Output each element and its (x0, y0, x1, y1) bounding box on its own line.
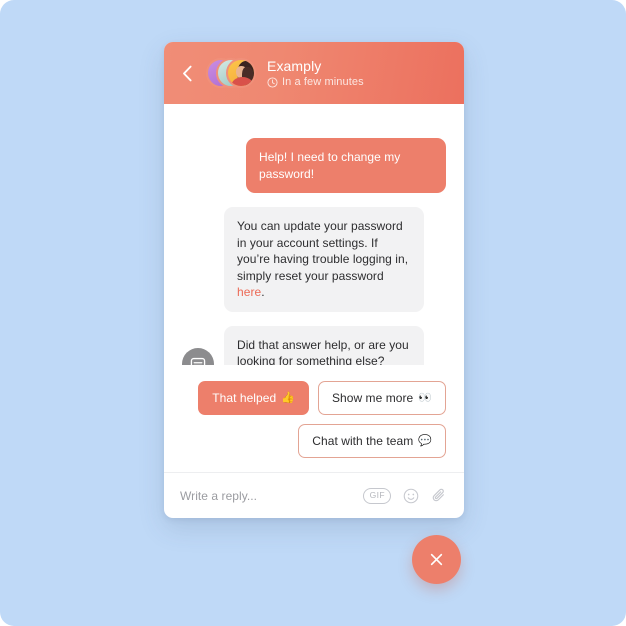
chat-title: Examply (267, 57, 322, 74)
message-list: Help! I need to change my password! You … (164, 104, 464, 365)
avatar-stack (206, 56, 258, 90)
chat-subtitle: In a few minutes (282, 75, 364, 88)
composer-actions: GIF (362, 487, 448, 504)
clock-icon (267, 76, 278, 88)
reply-input[interactable] (180, 488, 363, 503)
quick-reply-label: Chat with the team (312, 434, 414, 448)
chevron-left-icon (182, 65, 192, 81)
message-bubble-followup: Did that answer help, or are you looking… (224, 325, 424, 365)
paperclip-icon (432, 488, 444, 502)
gif-button[interactable]: GIF (362, 487, 391, 504)
message-row-incoming-answer: You can update your password in your acc… (182, 207, 446, 312)
bot-avatar (182, 347, 214, 365)
avatar-teammate-3 (226, 58, 256, 88)
answer-text-after-link: . (261, 285, 265, 299)
quick-reply-label: That helped (212, 391, 277, 405)
close-icon (430, 553, 443, 566)
speech-balloon-icon: 💬 (418, 434, 432, 447)
chat-subtitle-row: In a few minutes (267, 76, 364, 89)
message-row-incoming-followup: Did that answer help, or are you looking… (182, 325, 446, 365)
quick-reply-chat-with-the-team[interactable]: Chat with the team 💬 (298, 424, 446, 458)
message-bubble-user: Help! I need to change my password! (246, 138, 446, 193)
quick-reply-group: That helped 👍 Show me more 👀 Chat with t… (164, 365, 464, 472)
chat-bot-icon (190, 357, 206, 365)
page-canvas: Examply In a few minutes Help! I need to… (0, 0, 626, 626)
message-row-outgoing: Help! I need to change my password! (182, 122, 446, 193)
thumbs-up-icon: 👍 (281, 391, 295, 404)
quick-reply-label: Show me more (331, 391, 414, 405)
quick-reply-show-me-more[interactable]: Show me more 👀 (317, 381, 446, 415)
reset-password-link[interactable]: here (237, 285, 261, 299)
eyes-icon: 👀 (418, 391, 432, 404)
smiley-icon (403, 488, 419, 503)
message-bubble-answer: You can update your password in your acc… (224, 207, 424, 312)
messenger-card: Examply In a few minutes Help! I need to… (164, 42, 464, 518)
close-launcher-button[interactable] (412, 535, 461, 584)
attachment-button[interactable] (431, 487, 448, 504)
emoji-button[interactable] (403, 488, 419, 504)
composer-bar: GIF (164, 472, 464, 518)
answer-text-before-link: You can update your password in your acc… (237, 219, 409, 283)
back-button[interactable] (174, 60, 200, 86)
chat-header: Examply In a few minutes (164, 42, 464, 104)
header-text-block: Examply In a few minutes (267, 58, 364, 89)
quick-reply-that-helped[interactable]: That helped 👍 (198, 381, 309, 415)
